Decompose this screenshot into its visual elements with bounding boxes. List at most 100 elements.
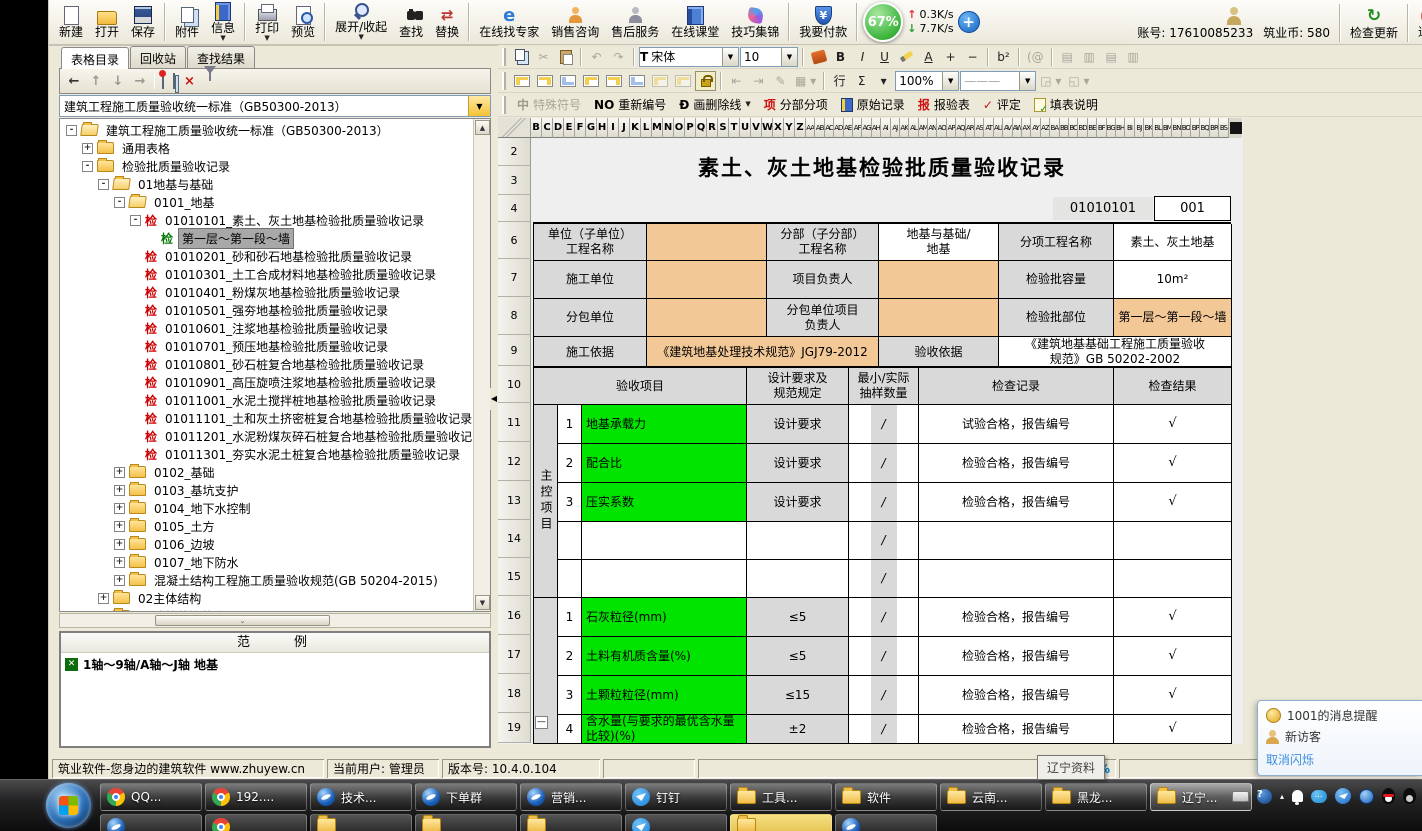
row-header-10[interactable]: 10 xyxy=(498,366,531,403)
info-cell-r3-c3[interactable]: 《建筑地基基础工程施工质量验收 规范》GB 50202-2002 xyxy=(999,337,1232,368)
tree-item[interactable]: 检01010301_土工合成材料地基检验批质量验收记录 xyxy=(62,265,490,283)
bold-button[interactable]: B xyxy=(830,47,851,67)
column-header-AV[interactable]: AV xyxy=(1003,118,1012,138)
special-symbols-button[interactable]: 中特殊符号 xyxy=(511,94,587,116)
check-result[interactable]: √ xyxy=(1114,483,1232,522)
tree-item[interactable]: +03建筑装饰装修 xyxy=(62,607,490,612)
tree-item[interactable]: -检01010101_素土、灰土地基检验批质量验收记录 xyxy=(62,211,490,229)
check-result[interactable] xyxy=(1114,560,1232,598)
align-right-button[interactable]: ▥ xyxy=(1123,47,1144,67)
tree-expander-minus[interactable]: - xyxy=(82,161,93,172)
toolbar-button-open-folder[interactable]: 打开 xyxy=(89,1,125,43)
copy-form-button[interactable] xyxy=(173,74,175,88)
tree-expander-plus[interactable]: + xyxy=(114,467,125,478)
column-header-BC[interactable]: BC xyxy=(1069,118,1078,138)
column-header-R[interactable]: R xyxy=(707,118,718,138)
align-left-button[interactable]: ▥ xyxy=(1079,47,1100,67)
item-name[interactable]: 含水量(与要求的最优含水量比较)(%) xyxy=(582,715,747,744)
check-record[interactable]: 检验合格，报告编号 xyxy=(919,598,1114,637)
row-header-4[interactable]: 4 xyxy=(498,195,531,222)
design-requirement[interactable]: ≤15 xyxy=(747,676,849,715)
sample-quantity[interactable]: / xyxy=(849,444,919,483)
column-header-AI[interactable]: AI xyxy=(881,118,890,138)
column-header-AD[interactable]: AD xyxy=(834,118,843,138)
column-header-AH[interactable]: AH xyxy=(872,118,881,138)
info-cell-r3-c1[interactable]: 《建筑地基处理技术规范》JGJ79-2012 xyxy=(647,337,879,368)
tree-item[interactable]: 检01010401_粉煤灰地基检验批质量验收记录 xyxy=(62,283,490,301)
toolbar-button-ie-e[interactable]: e在线找专家 xyxy=(473,1,545,43)
check-result[interactable]: √ xyxy=(1114,598,1232,637)
toolbar-button-find-binoculars[interactable]: 查找 xyxy=(393,1,429,43)
chevron-down-icon[interactable]: ▼ xyxy=(781,48,797,66)
column-header-AY[interactable]: AY xyxy=(1031,118,1040,138)
exit-button[interactable]: × 退出 xyxy=(1412,2,1422,44)
column-header-X[interactable]: X xyxy=(773,118,784,138)
item-number[interactable]: 2 xyxy=(558,637,582,676)
undo-button[interactable]: ↶ xyxy=(586,47,607,67)
row-header-3[interactable]: 3 xyxy=(498,166,531,195)
inspection-report-button[interactable]: 报报验表 xyxy=(912,94,976,116)
column-header-B[interactable]: B xyxy=(531,118,542,138)
tree-expander-minus[interactable]: - xyxy=(98,179,109,190)
column-header-BR[interactable]: BR xyxy=(1210,118,1219,138)
tree-item[interactable]: +0104_地下水控制 xyxy=(62,499,490,517)
column-header-G[interactable]: G xyxy=(586,118,597,138)
merge-cells-right-button[interactable] xyxy=(557,71,579,91)
progress-circle[interactable]: 67% xyxy=(863,2,903,42)
column-header-AP[interactable]: AP xyxy=(947,118,956,138)
column-header-AE[interactable]: AE xyxy=(844,118,853,138)
column-header-AM[interactable]: AM xyxy=(919,118,928,138)
row-header-12[interactable]: 12 xyxy=(498,442,531,481)
column-header-E[interactable]: E xyxy=(564,118,575,138)
superscript-button[interactable]: b² xyxy=(993,47,1014,67)
sample-quantity[interactable]: / xyxy=(849,522,919,560)
align-justify-button[interactable]: ▤ xyxy=(1057,47,1078,67)
check-result[interactable]: √ xyxy=(1114,676,1232,715)
tree-item[interactable]: +02主体结构 xyxy=(62,589,490,607)
taskbar-button-黑龙...[interactable]: 黑龙... xyxy=(1045,783,1147,811)
nav-down-button[interactable]: ↓ xyxy=(111,74,125,89)
toolbar-button-preview-page[interactable]: 预览 xyxy=(285,1,321,43)
tree-expander-plus[interactable]: + xyxy=(98,611,109,613)
item-name[interactable]: 土颗粒粒径(mm) xyxy=(582,676,747,715)
tree-item[interactable]: 检01010801_砂石桩复合地基检验批质量验收记录 xyxy=(62,355,490,373)
column-header-BM[interactable]: BM xyxy=(1163,118,1172,138)
italic-button[interactable]: I xyxy=(852,47,873,67)
taskbar-button-QQ...[interactable]: QQ... xyxy=(100,783,202,811)
item-name[interactable] xyxy=(582,522,747,560)
info-cell-r2-c2[interactable]: 分包单位项目 负责人 xyxy=(767,299,879,337)
column-header-AO[interactable]: AO xyxy=(937,118,946,138)
font-size-select-combo[interactable]: 10▼ xyxy=(740,47,798,67)
column-header-AJ[interactable]: AJ xyxy=(891,118,900,138)
new-form-button[interactable] xyxy=(162,74,164,88)
info-cell-r0-c3[interactable]: 地基与基础/ 地基 xyxy=(879,224,999,261)
column-header-K[interactable]: K xyxy=(630,118,641,138)
sidebar-tab-查找结果[interactable]: 查找结果 xyxy=(187,46,255,69)
row-header-14[interactable]: 14 xyxy=(498,520,531,558)
column-header-AZ[interactable]: AZ xyxy=(1041,118,1050,138)
row-header-8[interactable]: 8 xyxy=(498,297,531,335)
column-header-Y[interactable]: Y xyxy=(784,118,795,138)
toolbar-button-shield-pay[interactable]: ¥我要付款 xyxy=(793,1,853,43)
column-header-Z[interactable]: Z xyxy=(795,118,806,138)
indent-increase-button[interactable]: ⇥ xyxy=(748,71,769,91)
column-header-AB[interactable]: AB xyxy=(815,118,824,138)
info-cell-r2-c1[interactable] xyxy=(647,299,767,337)
info-cell-r0-c2[interactable]: 分部（子分部） 工程名称 xyxy=(767,224,879,261)
info-cell-r1-c4[interactable]: 检验批容量 xyxy=(999,261,1114,299)
chat-icon[interactable]: … xyxy=(1311,790,1327,803)
column-header-F[interactable]: F xyxy=(575,118,586,138)
toolbar-button-expand-collapse[interactable]: 展开/收起▼ xyxy=(329,1,393,43)
column-header-BI[interactable]: BI xyxy=(1125,118,1134,138)
select-all-corner[interactable] xyxy=(498,118,531,138)
shrink-font-button[interactable]: − xyxy=(962,47,983,67)
tree-expander-minus[interactable]: - xyxy=(114,197,125,208)
check-record[interactable]: 检验合格，报告编号 xyxy=(919,444,1114,483)
item-number[interactable]: 4 xyxy=(558,715,582,744)
sample-quantity[interactable]: / xyxy=(849,637,919,676)
messenger-icon[interactable] xyxy=(1335,788,1351,804)
toolbar-button-info-book[interactable]: 信息▼ xyxy=(205,1,241,43)
taskbar-button-工具...[interactable]: 工具... xyxy=(730,783,832,811)
column-header-BK[interactable]: BK xyxy=(1144,118,1153,138)
example-item[interactable]: ✕ 1轴～9轴/A轴～J轴 地基 xyxy=(61,653,489,676)
